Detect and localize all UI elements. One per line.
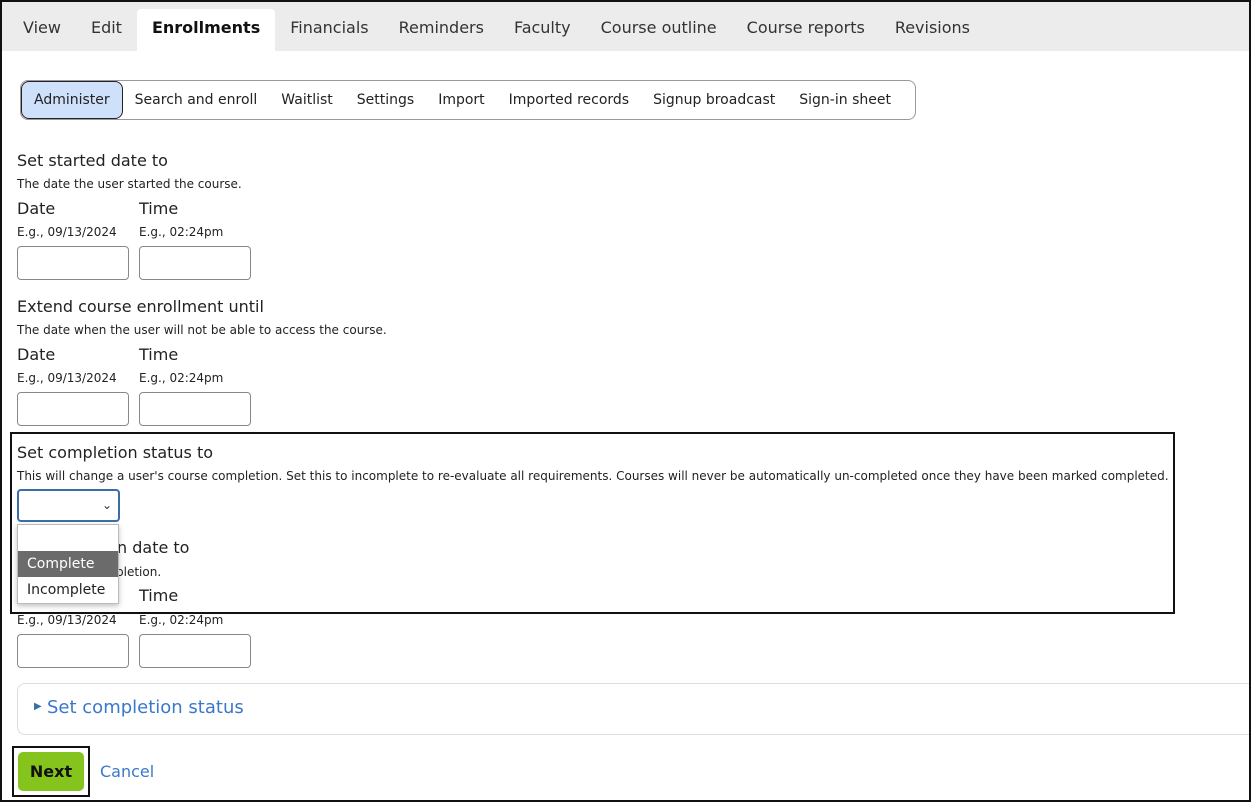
started-title: Set started date to <box>17 151 168 170</box>
started-date-input[interactable] <box>17 246 129 280</box>
tab-edit[interactable]: Edit <box>76 11 137 51</box>
started-time-label: Time <box>139 199 179 218</box>
extend-time-hint: E.g., 02:24pm <box>139 371 224 385</box>
completion-time-hint: E.g., 02:24pm <box>139 613 224 627</box>
subtab-signup-broadcast[interactable]: Signup broadcast <box>641 81 787 119</box>
subtab-settings[interactable]: Settings <box>345 81 426 119</box>
subtab-waitlist[interactable]: Waitlist <box>269 81 344 119</box>
collapsible-title[interactable]: Set completion status <box>47 697 244 718</box>
cancel-link[interactable]: Cancel <box>100 762 154 781</box>
extend-date-hint: E.g., 09/13/2024 <box>17 371 117 385</box>
tab-course-outline[interactable]: Course outline <box>586 11 732 51</box>
extend-date-input[interactable] <box>17 392 129 426</box>
tab-faculty[interactable]: Faculty <box>499 11 586 51</box>
extend-time-label: Time <box>139 345 179 364</box>
next-button[interactable]: Next <box>18 752 84 791</box>
extend-time-input[interactable] <box>139 392 251 426</box>
started-date-hint: E.g., 09/13/2024 <box>17 225 117 239</box>
tab-view[interactable]: View <box>8 11 76 51</box>
started-desc: The date the user started the course. <box>17 177 242 191</box>
set-completion-status-collapsible[interactable]: ▶ Set completion status <box>17 683 1251 735</box>
completion-date-hint: E.g., 09/13/2024 <box>17 613 117 627</box>
tab-reminders[interactable]: Reminders <box>384 11 499 51</box>
tab-course-reports[interactable]: Course reports <box>732 11 880 51</box>
next-highlight: Next <box>12 746 90 797</box>
tab-enrollments[interactable]: Enrollments <box>136 9 276 51</box>
completion-time-input[interactable] <box>139 634 251 668</box>
subtab-sign-in-sheet[interactable]: Sign-in sheet <box>787 81 903 119</box>
tab-financials[interactable]: Financials <box>275 11 383 51</box>
completion-date-input[interactable] <box>17 634 129 668</box>
subtab-imported-records[interactable]: Imported records <box>497 81 641 119</box>
subtab-search-and-enroll[interactable]: Search and enroll <box>123 81 270 119</box>
sub-tab-bar: Administer Search and enroll Waitlist Se… <box>20 80 916 120</box>
started-time-hint: E.g., 02:24pm <box>139 225 224 239</box>
subtab-import[interactable]: Import <box>426 81 496 119</box>
extend-title: Extend course enrollment until <box>17 297 264 316</box>
top-tab-bar: View Edit Enrollments Financials Reminde… <box>2 2 1249 51</box>
started-date-label: Date <box>17 199 56 218</box>
caret-right-icon: ▶ <box>34 701 42 712</box>
tab-revisions[interactable]: Revisions <box>880 11 985 51</box>
highlight-box <box>10 432 1175 614</box>
extend-desc: The date when the user will not be able … <box>17 323 387 337</box>
started-time-input[interactable] <box>139 246 251 280</box>
extend-date-label: Date <box>17 345 56 364</box>
subtab-administer[interactable]: Administer <box>21 81 123 119</box>
